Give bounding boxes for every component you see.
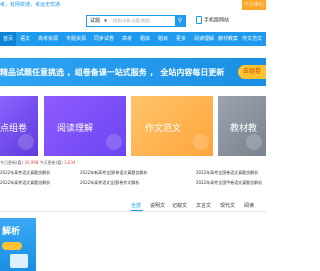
nav-item-more[interactable]: 更多 <box>176 32 186 46</box>
card-label: 阅读理解 <box>57 124 94 134</box>
card-decoration <box>193 134 209 150</box>
book-icon <box>10 254 28 268</box>
nav-item-reading[interactable]: 阅读理解 <box>194 32 214 46</box>
card-decoration <box>18 134 34 150</box>
news-link[interactable]: 2022年新高考全国I卷语文真题含解析 <box>80 170 147 176</box>
search-input[interactable]: 搜索(试卷,试题,教案) <box>113 18 151 24</box>
nav-item-question-bank[interactable]: 题库 <box>140 32 150 46</box>
banner-button[interactable]: 去组卷 <box>238 65 266 79</box>
nav-item-sync-papers[interactable]: 同步试卷 <box>94 32 114 46</box>
category-tabs: 全部 说明文 记叙文 文言文 现代文 阅读 <box>0 198 266 212</box>
news-link[interactable]: 2022年高考全国卷语文真题含解析 <box>196 170 258 176</box>
tab-narrative[interactable]: 记叙文 <box>172 202 187 209</box>
card-label: 作文范文 <box>145 124 182 134</box>
news-link[interactable]: 2022年高考语文真题含解析 <box>0 170 50 176</box>
search-type-select[interactable]: 试题 <box>90 17 100 24</box>
user-center-button[interactable]: 个人中心 <box>242 0 266 10</box>
header: 试题 ▼ 搜索(试卷,试题,教案) ⚲ 手机版网站 <box>0 10 266 32</box>
card-label: 点组卷 <box>0 124 28 134</box>
week-label: 今天更新(篇) <box>39 160 63 165</box>
nav-item-topic-resources[interactable]: 专题资源 <box>66 32 86 46</box>
phone-icon <box>196 16 202 24</box>
nav-item-chinese[interactable]: 语文 <box>20 32 30 46</box>
card-decoration <box>106 134 122 150</box>
tab-reading[interactable]: 阅读 <box>244 202 254 209</box>
nav-item-gaokao-resources[interactable]: 高考资源 <box>38 32 58 46</box>
banner-text: 精品试题任意挑选 ，组卷备课一站式服务 ， 全站内容每日更新 <box>0 68 225 77</box>
nav-item-essays[interactable]: 作文范文 <box>242 32 262 46</box>
main-nav: 首页 语文 高考资源 专题资源 同步试卷 高考 题库 题目 更多 阅读理解 教材… <box>0 32 266 46</box>
update-stats: 今日更新(篇) 30,998 今天更新(篇) 3,034 <box>0 160 76 166</box>
search-icon: ⚲ <box>177 17 183 24</box>
today-label: 今日更新(篇) <box>0 160 24 165</box>
card-reading[interactable]: 阅读理解 <box>44 96 126 156</box>
card-label: 教材教 <box>230 124 258 134</box>
news-link[interactable]: 2022年高考全国甲卷语文真题含解析 <box>196 180 262 186</box>
search-box: 试题 ▼ 搜索(试卷,试题,教案) ⚲ <box>86 15 186 27</box>
site-slogan: 考，有网校通，考运无忧通 <box>0 2 61 8</box>
chevron-down-icon[interactable]: ▼ <box>104 18 107 23</box>
side-promo[interactable]: 解析 <box>0 218 36 271</box>
nav-item-gaokao[interactable]: 高考 <box>122 32 132 46</box>
card-essays[interactable]: 作文范文 <box>131 96 213 156</box>
nav-item-topics[interactable]: 题目 <box>158 32 168 46</box>
search-button[interactable]: ⚲ <box>175 16 185 26</box>
tab-classical[interactable]: 文言文 <box>196 202 211 209</box>
tab-modern[interactable]: 现代文 <box>220 202 235 209</box>
mobile-site-label: 手机版网站 <box>204 17 230 24</box>
card-decoration <box>246 134 262 150</box>
today-value: 30,998 <box>24 160 39 165</box>
promo-banner[interactable]: 精品试题任意挑选 ，组卷备课一站式服务 ， 全站内容每日更新 去组卷 <box>0 58 266 86</box>
card-paper-builder[interactable]: 点组卷 <box>0 96 38 156</box>
mobile-site-link[interactable]: 手机版网站 <box>196 16 229 24</box>
active-tab-underline <box>131 210 143 211</box>
nav-item-home[interactable]: 首页 <box>0 32 17 46</box>
tab-all[interactable]: 全部 <box>131 202 141 209</box>
tab-expository[interactable]: 说明文 <box>150 202 165 209</box>
card-textbook[interactable]: 教材教 <box>218 96 266 156</box>
news-link[interactable]: 2022年高考语文全国I卷作文解析 <box>80 180 139 186</box>
promo-button[interactable] <box>2 242 22 250</box>
week-value: 3,034 <box>64 160 76 165</box>
news-link[interactable]: 2022年高考语文真题含解析 <box>0 180 50 186</box>
nav-item-textbook[interactable]: 教材教案 <box>218 32 238 46</box>
top-bar: 考，有网校通，考运无忧通 个人中心 <box>0 0 266 10</box>
promo-text: 解析 <box>2 227 21 237</box>
